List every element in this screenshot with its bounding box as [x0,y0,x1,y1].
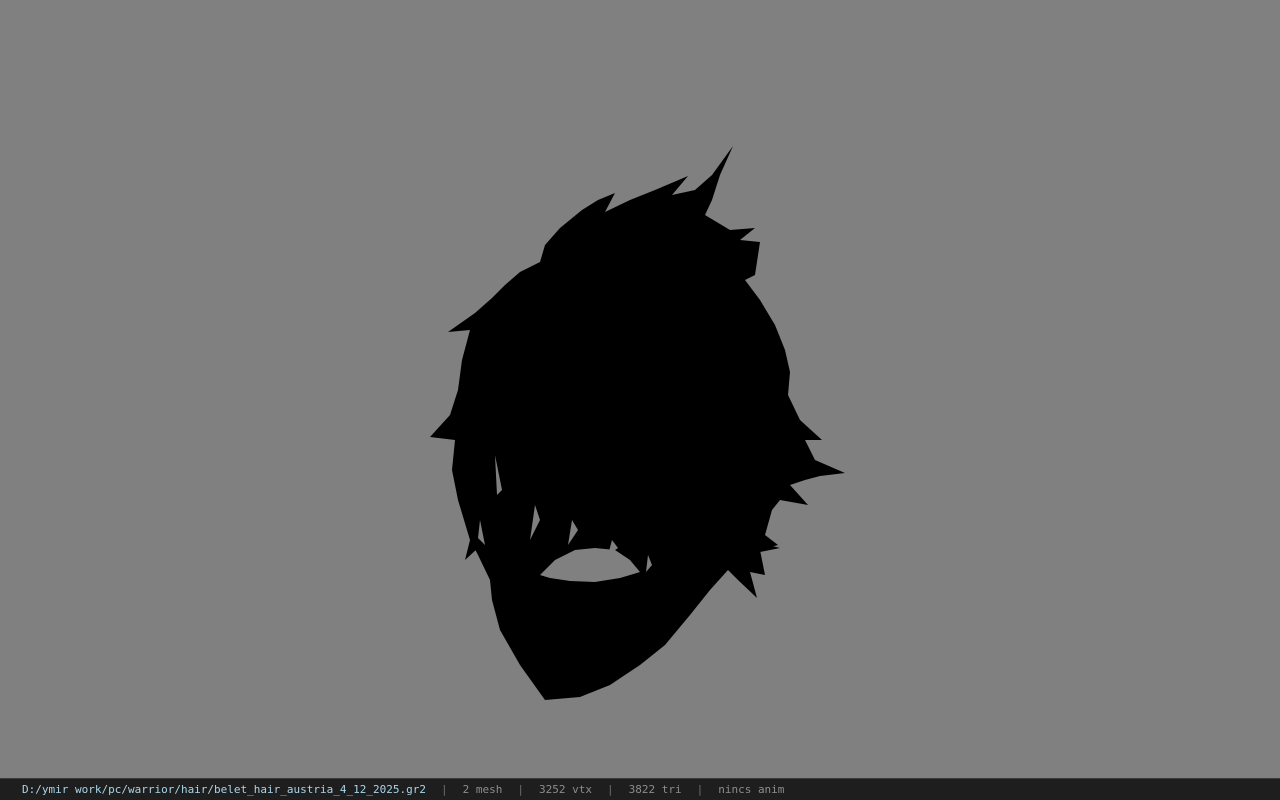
separator: | [696,783,704,796]
separator: | [606,783,614,796]
status-bar: D:/ymir work/pc/warrior/hair/belet_hair_… [0,778,1280,800]
hair-mesh [430,146,845,700]
triangle-count: 3822 tri [628,783,682,796]
hair-model-svg [430,146,845,700]
mesh-count: 2 mesh [462,783,503,796]
animation-status: nincs anim [718,783,785,796]
3d-viewport[interactable] [0,0,1280,778]
separator: | [517,783,524,796]
separator: | [440,783,448,796]
file-path: D:/ymir work/pc/warrior/hair/belet_hair_… [22,783,426,796]
vertex-count: 3252 vtx [538,783,592,796]
